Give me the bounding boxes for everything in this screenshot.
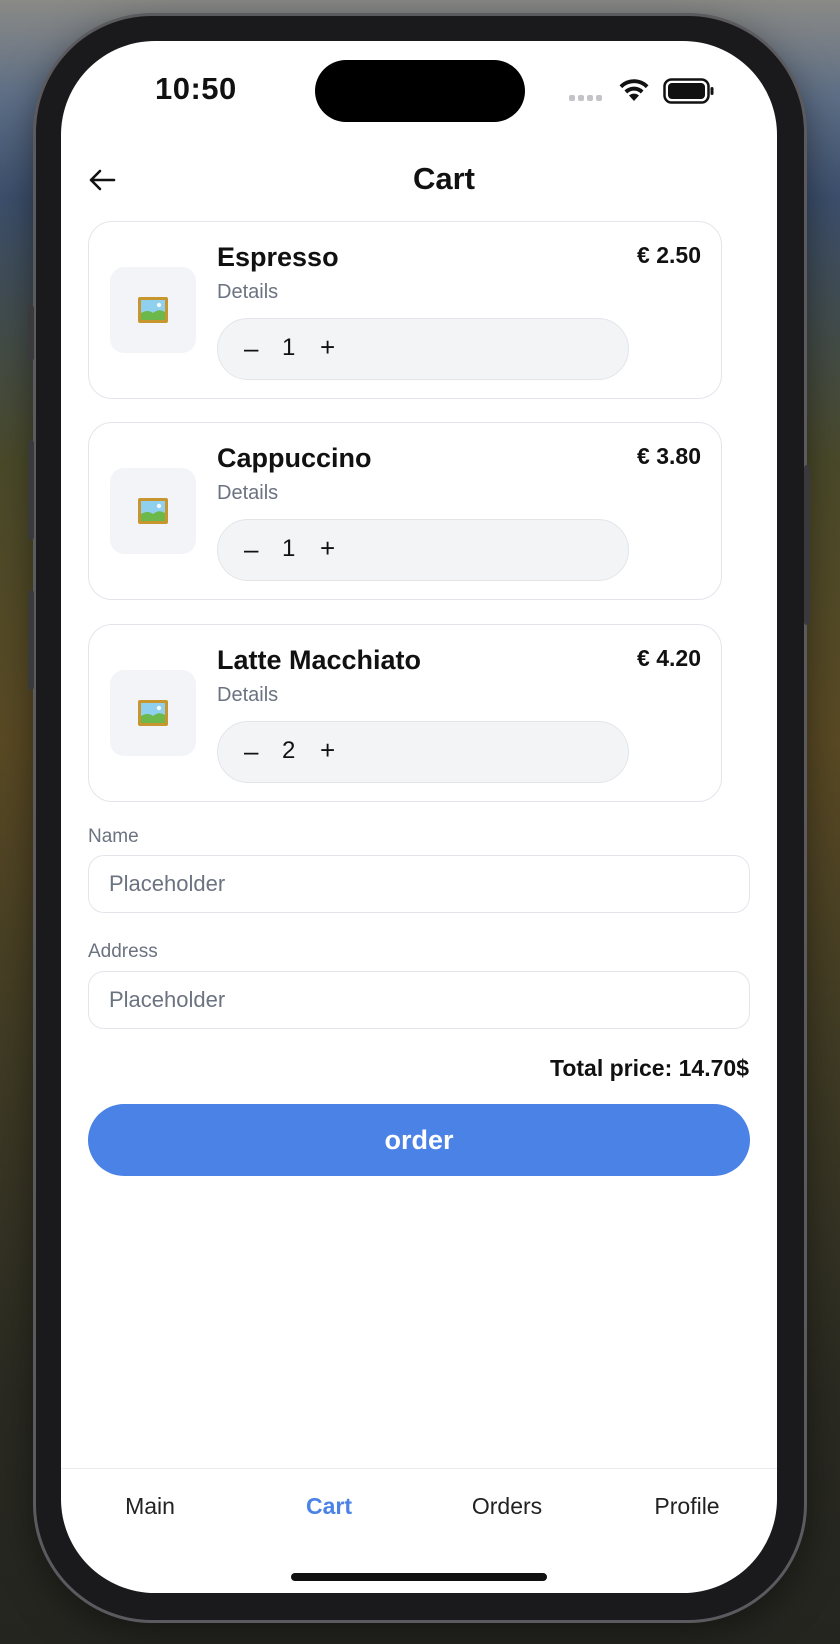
- increase-button[interactable]: +: [320, 533, 335, 564]
- order-button[interactable]: order: [88, 1104, 750, 1176]
- name-label: Name: [88, 826, 139, 847]
- cart-item-card: Espresso Details € 2.50 – 1 +: [88, 221, 722, 399]
- item-price: € 3.80: [637, 443, 701, 469]
- cart-item-card: Latte Macchiato Details € 4.20 – 2 +: [88, 624, 722, 802]
- name-field[interactable]: [88, 855, 750, 913]
- product-image: [110, 267, 196, 353]
- item-details: Details: [217, 482, 279, 504]
- quantity-stepper: – 1 +: [217, 318, 629, 380]
- increase-button[interactable]: +: [320, 332, 335, 363]
- item-price: € 4.20: [637, 645, 701, 671]
- quantity-stepper: – 2 +: [217, 721, 629, 783]
- page-title: Cart: [412, 161, 475, 196]
- home-indicator: [291, 1573, 547, 1581]
- status-time: 10:50: [155, 71, 237, 106]
- quantity-value: 1: [282, 535, 296, 562]
- framed-picture-icon: [138, 297, 168, 323]
- phone-side-button: [28, 440, 34, 540]
- product-image: [110, 468, 196, 554]
- framed-picture-icon: [138, 700, 168, 726]
- framed-picture-icon: [138, 498, 168, 524]
- product-image: [110, 670, 196, 756]
- phone-side-button: [804, 465, 810, 625]
- item-details: Details: [217, 281, 279, 303]
- address-field[interactable]: [88, 971, 750, 1029]
- tab-cart[interactable]: Cart: [306, 1493, 352, 1520]
- quantity-stepper: – 1 +: [217, 519, 629, 581]
- decrease-button[interactable]: –: [244, 333, 258, 364]
- total-price: Total price: 14.70$: [550, 1055, 749, 1081]
- phone-screen: 10:50 Cart Espresso Details € 2.50 – 1 +…: [61, 41, 777, 1593]
- wifi-icon: [619, 79, 649, 101]
- decrease-button[interactable]: –: [244, 736, 258, 767]
- cellular-signal-icon: [569, 95, 602, 101]
- phone-side-button: [28, 590, 34, 690]
- dynamic-island: [315, 60, 525, 122]
- phone-side-button: [28, 305, 34, 361]
- item-price: € 2.50: [637, 242, 701, 268]
- item-name: Cappuccino: [217, 443, 372, 473]
- tab-profile[interactable]: Profile: [654, 1493, 719, 1520]
- decrease-button[interactable]: –: [244, 534, 258, 565]
- quantity-value: 1: [282, 334, 296, 361]
- tab-orders[interactable]: Orders: [472, 1493, 542, 1520]
- battery-icon: [663, 78, 714, 104]
- item-details: Details: [217, 684, 279, 706]
- cart-item-card: Cappuccino Details € 3.80 – 1 +: [88, 422, 722, 600]
- item-name: Espresso: [217, 242, 339, 272]
- tab-bar: Main Cart Orders Profile: [61, 1468, 777, 1549]
- item-name: Latte Macchiato: [217, 645, 422, 675]
- quantity-value: 2: [282, 737, 296, 764]
- address-label: Address: [88, 941, 158, 962]
- increase-button[interactable]: +: [320, 735, 335, 766]
- tab-main[interactable]: Main: [125, 1493, 175, 1520]
